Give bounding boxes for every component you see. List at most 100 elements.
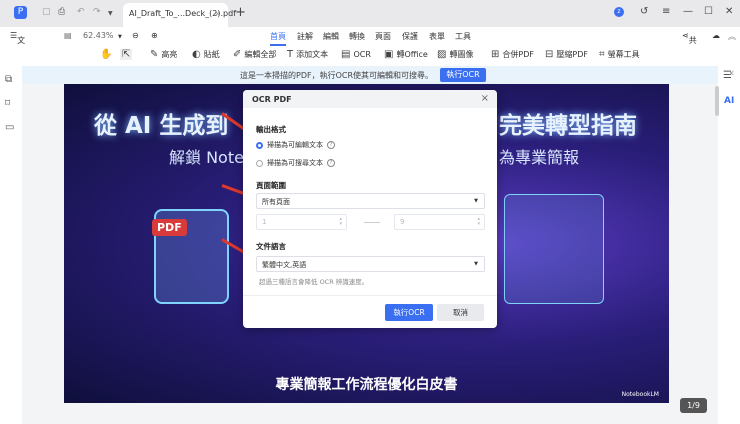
bookmark-icon[interactable]: ⌑ bbox=[5, 98, 10, 109]
ocr-label: OCR bbox=[353, 50, 371, 59]
sticker-label: 貼紙 bbox=[203, 50, 220, 59]
page-from-input[interactable]: 1 ▴ ▾ bbox=[256, 214, 347, 230]
slide-title-right: 完美轉型指南 bbox=[499, 113, 637, 139]
avatar[interactable]: z bbox=[614, 7, 624, 17]
radio-editable[interactable]: 掃描為可編輯文本? bbox=[256, 140, 335, 150]
ai-assistant-icon[interactable]: AI bbox=[724, 96, 734, 106]
minimize-button[interactable]: — bbox=[683, 6, 693, 17]
radio-unselected[interactable] bbox=[256, 159, 263, 167]
to-office-label: 轉Office bbox=[396, 50, 428, 59]
language-value: 繁體中文,英語 bbox=[262, 261, 307, 269]
dialog-header: OCR PDF × bbox=[243, 90, 497, 108]
nav-convert[interactable]: 轉換 bbox=[349, 31, 365, 42]
compress-pdf-button[interactable]: ⊟ 壓縮PDF bbox=[545, 49, 588, 60]
banner-ocr-button[interactable]: 執行OCR bbox=[440, 68, 486, 82]
page-to-input[interactable]: 9 ▴ ▾ bbox=[394, 214, 485, 230]
screen-tool-button[interactable]: ⌗ 螢幕工具 bbox=[599, 49, 640, 60]
dialog-title: OCR PDF bbox=[252, 95, 292, 104]
close-window-button[interactable]: ✕ bbox=[725, 6, 733, 17]
edit-icon: ✐ bbox=[233, 49, 242, 60]
edit-all-button[interactable]: ✐ 編輯全部 bbox=[233, 49, 276, 60]
add-text-label: 添加文本 bbox=[296, 50, 329, 59]
slide-footer: 專業簡報工作流程優化白皮書 bbox=[275, 377, 458, 393]
menu-bar: ☰ 文件 ▤ 62.43% ▼ ⊖ ⊕ 首頁 註解 編輯 轉換 頁面 保護 表單… bbox=[0, 27, 740, 56]
collapse-ribbon-icon[interactable]: ︽ bbox=[728, 31, 736, 42]
stepper-icon[interactable]: ▴ ▾ bbox=[339, 217, 342, 227]
zoom-in-icon[interactable]: ⊕ bbox=[151, 31, 158, 40]
hand-icon: ✋ bbox=[100, 49, 113, 60]
banner-text: 這是一本掃描的PDF，執行OCR使其可編輯和可搜尋。 bbox=[240, 71, 434, 80]
radio-searchable[interactable]: 掃描為可搜尋文本? bbox=[256, 158, 335, 168]
print-icon[interactable]: ⎙ bbox=[58, 7, 65, 17]
title-bar: P ▢ ⎙ ↶ ↷ ▼ AI_Draft_To_...Deck_(2).pdf ×… bbox=[0, 0, 740, 27]
sticker-button[interactable]: ◐ 貼紙 bbox=[192, 49, 220, 60]
merge-pdf-label: 合併PDF bbox=[502, 50, 534, 59]
image-icon: ▨ bbox=[437, 49, 447, 60]
zoom-dropdown-icon[interactable]: ▼ bbox=[118, 34, 122, 40]
page-range-select[interactable]: 所有頁面 ▼ bbox=[256, 193, 485, 209]
page-indicator: 1/9 bbox=[680, 398, 707, 413]
ocr-button[interactable]: ▤ OCR bbox=[341, 49, 371, 60]
maximize-button[interactable]: ☐ bbox=[704, 6, 713, 17]
close-tab-icon[interactable]: × bbox=[214, 9, 221, 18]
language-hint: 超過三種語言會降低 OCR 辨識速度。 bbox=[259, 278, 369, 286]
cancel-button[interactable]: 取消 bbox=[437, 304, 484, 321]
pdf-badge: PDF bbox=[152, 219, 187, 236]
new-tab-button[interactable]: + bbox=[235, 5, 246, 20]
hand-tool[interactable]: ✋ bbox=[100, 49, 112, 60]
screen-tool-label: 螢幕工具 bbox=[607, 50, 640, 59]
nav-annotate[interactable]: 註解 bbox=[297, 31, 313, 42]
add-text-button[interactable]: T 添加文本 bbox=[287, 49, 328, 60]
notebooklm-brand: NotebookLM bbox=[621, 391, 659, 398]
to-image-label: 轉圖像 bbox=[449, 50, 474, 59]
nav-form[interactable]: 表單 bbox=[429, 31, 445, 42]
thumbnail-icon[interactable]: ⧉ bbox=[5, 74, 12, 85]
range-separator bbox=[364, 222, 380, 223]
zoom-level[interactable]: 62.43% bbox=[83, 31, 114, 40]
output-format-label: 輸出格式 bbox=[256, 125, 286, 134]
redo-icon[interactable]: ↷ bbox=[93, 7, 101, 17]
cloud-icon[interactable]: ☁ bbox=[712, 31, 720, 40]
document-tab[interactable]: AI_Draft_To_...Deck_(2).pdf × bbox=[123, 3, 236, 27]
dialog-close-icon[interactable]: × bbox=[481, 93, 489, 104]
zoom-out-icon[interactable]: ⊖ bbox=[132, 31, 139, 40]
file-menu[interactable]: ☰ 文件 bbox=[10, 31, 25, 56]
new-file-icon[interactable]: ▢ bbox=[42, 7, 51, 17]
scrollbar[interactable] bbox=[715, 86, 719, 116]
nav-edit[interactable]: 編輯 bbox=[323, 31, 339, 42]
to-image-button[interactable]: ▨ 轉圖像 bbox=[437, 49, 473, 60]
highlight-label: 高亮 bbox=[161, 50, 178, 59]
merge-pdf-button[interactable]: ⊞ 合併PDF bbox=[491, 49, 534, 60]
radio-selected[interactable] bbox=[256, 141, 263, 149]
screenshot-icon: ⌗ bbox=[599, 49, 605, 60]
nav-home[interactable]: 首頁 bbox=[270, 31, 286, 46]
nav-page[interactable]: 頁面 bbox=[375, 31, 391, 42]
ocr-icon: ▤ bbox=[341, 49, 351, 60]
language-select[interactable]: 繁體中文,英語 ▼ bbox=[256, 256, 485, 272]
refresh-icon[interactable]: ↺ bbox=[640, 6, 648, 17]
nav-protect[interactable]: 保護 bbox=[402, 31, 418, 42]
quick-access-dropdown-icon[interactable]: ▼ bbox=[108, 10, 113, 17]
merge-icon: ⊞ bbox=[491, 49, 500, 60]
select-tool[interactable]: ⇱ bbox=[120, 49, 133, 60]
stepper-icon[interactable]: ▴ ▾ bbox=[477, 217, 480, 227]
compress-icon: ⊟ bbox=[545, 49, 554, 60]
fit-page-icon[interactable]: ▤ bbox=[64, 31, 72, 40]
help-icon[interactable]: ? bbox=[327, 141, 335, 149]
comment-icon[interactable]: ▭ bbox=[5, 122, 14, 133]
dropdown-icon: ▼ bbox=[474, 261, 478, 267]
help-icon[interactable]: ? bbox=[327, 159, 335, 167]
menu-icon[interactable]: ≡ bbox=[662, 6, 670, 17]
page-range-value: 所有頁面 bbox=[262, 198, 290, 206]
nav-tools[interactable]: 工具 bbox=[455, 31, 471, 42]
office-icon: ▣ bbox=[384, 49, 394, 60]
ocr-dialog: OCR PDF × 輸出格式 掃描為可編輯文本? 掃描為可搜尋文本? 頁面範圍 所… bbox=[243, 90, 497, 328]
compress-pdf-label: 壓縮PDF bbox=[556, 50, 588, 59]
banner-close-icon[interactable]: ✕ bbox=[728, 69, 735, 78]
run-ocr-button[interactable]: 執行OCR bbox=[385, 304, 433, 321]
highlight-button[interactable]: ✎ 高亮 bbox=[150, 49, 177, 60]
undo-icon[interactable]: ↶ bbox=[77, 7, 85, 17]
app-logo-icon: P bbox=[14, 6, 27, 19]
to-office-button[interactable]: ▣ 轉Office bbox=[384, 49, 428, 60]
share-button[interactable]: ⋖ 共享 bbox=[682, 31, 697, 56]
